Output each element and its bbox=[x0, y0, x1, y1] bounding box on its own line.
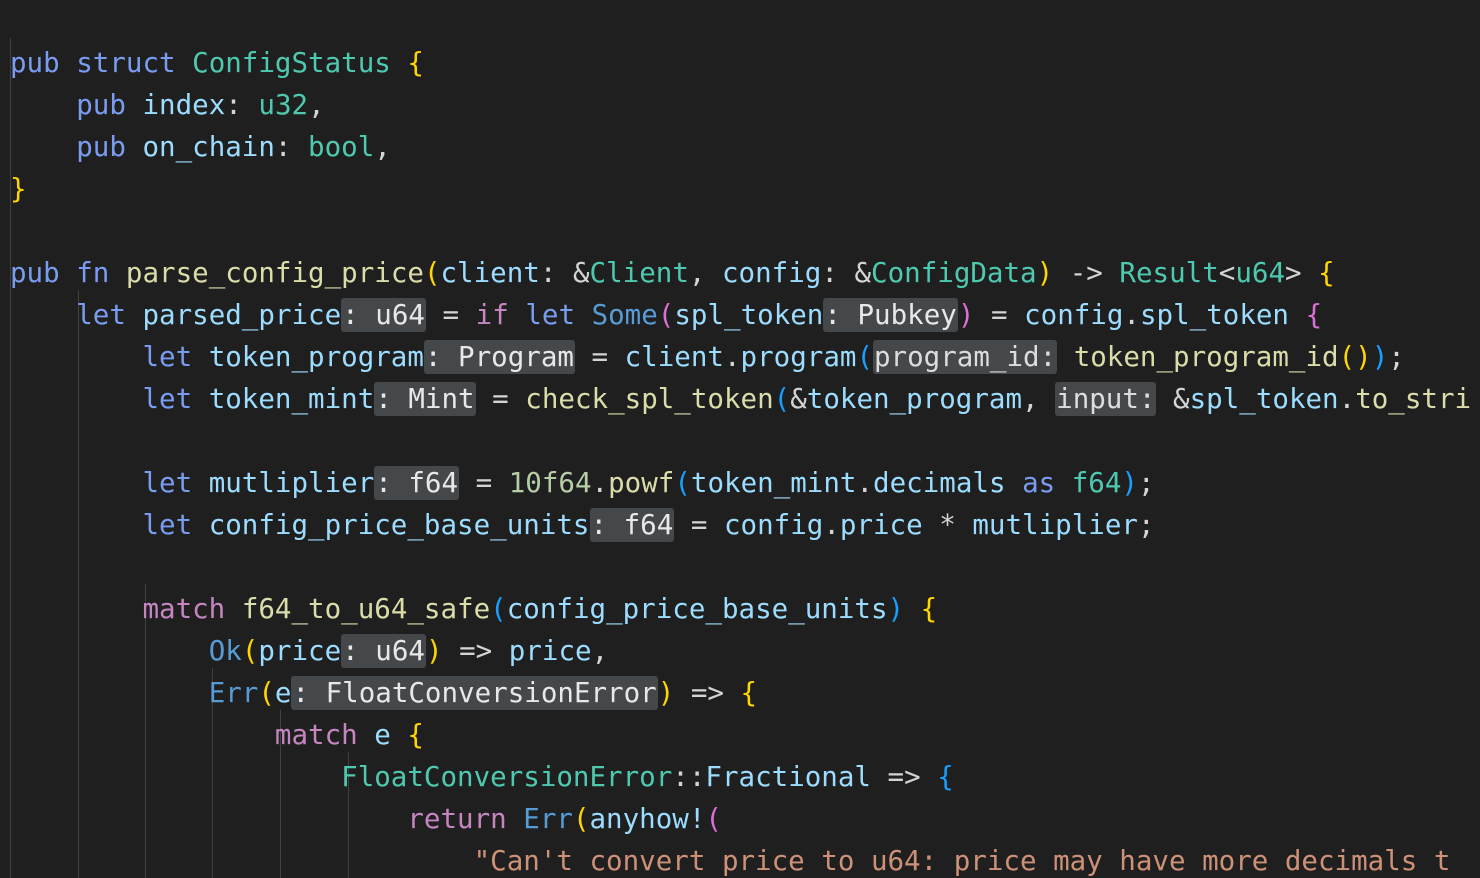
code-line[interactable]: pub index: u32, bbox=[0, 84, 1480, 126]
code-line[interactable]: "Can't convert price to u64: price may h… bbox=[0, 840, 1480, 878]
inlay-hint-type: : FloatConversionError bbox=[291, 676, 658, 710]
code-line[interactable]: FloatConversionError::Fractional => { bbox=[0, 756, 1480, 798]
code-line[interactable] bbox=[0, 546, 1480, 588]
code-line[interactable]: match e { bbox=[0, 714, 1480, 756]
code-line[interactable]: let token_mint: Mint = check_spl_token(&… bbox=[0, 378, 1480, 420]
code-line[interactable]: let token_program: Program = client.prog… bbox=[0, 336, 1480, 378]
code-line[interactable] bbox=[0, 420, 1480, 462]
inlay-hint-parameter: input: bbox=[1055, 382, 1157, 416]
code-line[interactable]: pub on_chain: bool, bbox=[0, 126, 1480, 168]
inlay-hint-type: : Pubkey bbox=[823, 298, 958, 332]
code-editor[interactable]: pub struct ConfigStatus { pub index: u32… bbox=[0, 0, 1480, 878]
inlay-hint-type: : Mint bbox=[374, 382, 476, 416]
code-line[interactable]: let config_price_base_units: f64 = confi… bbox=[0, 504, 1480, 546]
inlay-hint-type: : f64 bbox=[374, 466, 460, 500]
inlay-hint-type: : u64 bbox=[341, 298, 426, 332]
code-line[interactable]: pub struct ConfigStatus { bbox=[0, 42, 1480, 84]
code-line[interactable]: Ok(price: u64) => price, bbox=[0, 630, 1480, 672]
inlay-hint-type: : f64 bbox=[589, 508, 675, 542]
code-line[interactable]: Err(e: FloatConversionError) => { bbox=[0, 672, 1480, 714]
code-line[interactable]: } bbox=[0, 168, 1480, 210]
code-line[interactable]: let parsed_price: u64 = if let Some(spl_… bbox=[0, 294, 1480, 336]
code-content[interactable]: pub struct ConfigStatus { pub index: u32… bbox=[0, 0, 1480, 878]
inlay-hint-type: : Program bbox=[423, 340, 575, 374]
code-line[interactable] bbox=[0, 210, 1480, 252]
code-line[interactable]: return Err(anyhow!( bbox=[0, 798, 1480, 840]
code-line[interactable]: let mutliplier: f64 = 10f64.powf(token_m… bbox=[0, 462, 1480, 504]
code-line[interactable]: pub fn parse_config_price(client: &Clien… bbox=[0, 252, 1480, 294]
inlay-hint-type: : u64 bbox=[341, 634, 426, 668]
inlay-hint-parameter: program_id: bbox=[873, 340, 1058, 374]
code-line[interactable]: match f64_to_u64_safe(config_price_base_… bbox=[0, 588, 1480, 630]
